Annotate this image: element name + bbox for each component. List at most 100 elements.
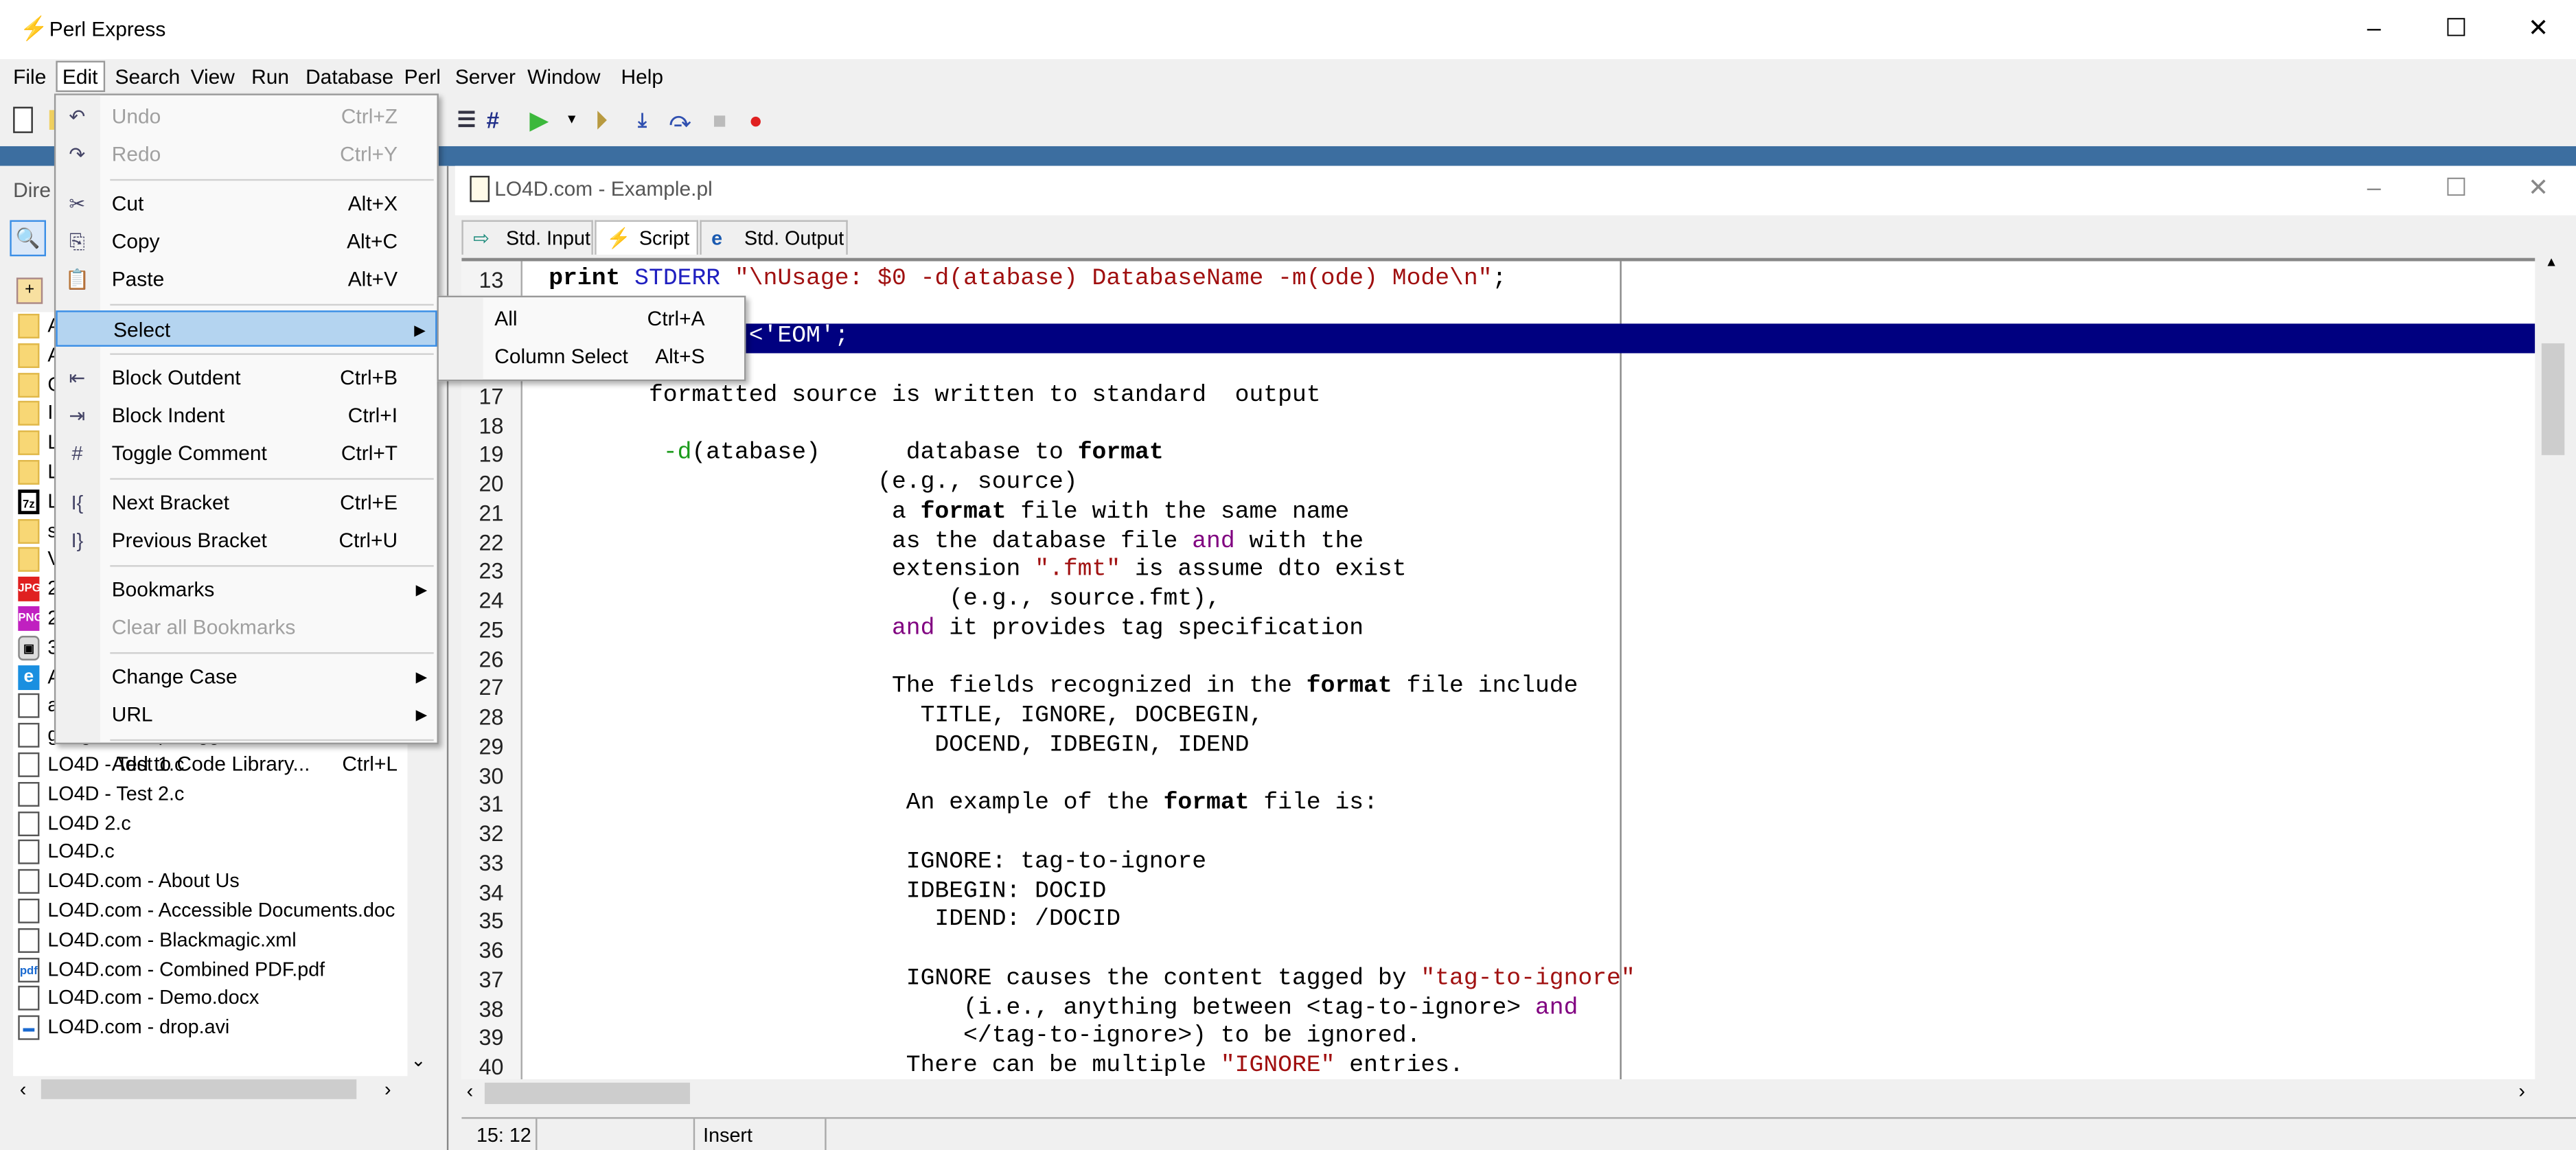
- stop-icon[interactable]: ■: [706, 107, 733, 133]
- menu-item-copy[interactable]: ⎘CopyAlt+C: [56, 223, 437, 260]
- menu-item-select[interactable]: Select▶: [56, 310, 437, 347]
- scroll-thumb[interactable]: [41, 1079, 356, 1099]
- code-line[interactable]: 26: [461, 645, 2535, 674]
- menu-item-url[interactable]: URL▶: [56, 697, 437, 733]
- menu-item-column-select[interactable]: Column SelectAlt+S: [439, 338, 744, 375]
- file-list-hscrollbar[interactable]: ‹ ›: [13, 1076, 407, 1102]
- step-into-icon[interactable]: ⤓: [629, 107, 655, 133]
- code-line[interactable]: 36: [461, 936, 2535, 965]
- menu-item-paste[interactable]: 📋PasteAlt+V: [56, 261, 437, 297]
- menu-item-toggle-comment[interactable]: #Toggle CommentCtrl+T: [56, 435, 437, 472]
- menu-item-shortcut: Ctrl+E: [340, 485, 398, 521]
- code-line[interactable]: 35 IDEND: /DOCID: [461, 908, 2535, 936]
- code-line[interactable]: 25 and it provides tag specification: [461, 616, 2535, 645]
- vscroll-thumb[interactable]: [2542, 343, 2565, 455]
- menu-help[interactable]: Help: [621, 66, 664, 89]
- code-line[interactable]: 38 (i.e., anything between <tag-to-ignor…: [461, 995, 2535, 1024]
- menu-view[interactable]: View: [191, 66, 235, 89]
- step-icon[interactable]: ⏵: [588, 107, 614, 133]
- menu-item-add-to-code-library[interactable]: Add to Code Library...Ctrl+L: [56, 746, 437, 782]
- code-line[interactable]: 28 TITLE, IGNORE, DOCBEGIN,: [461, 703, 2535, 732]
- code-line[interactable]: 21 a format file with the same name: [461, 499, 2535, 528]
- hscroll-thumb[interactable]: [485, 1083, 690, 1104]
- menu-edit[interactable]: Edit: [56, 61, 104, 92]
- code-line[interactable]: 31 An example of the format file is:: [461, 791, 2535, 820]
- menu-server[interactable]: Server: [455, 66, 516, 89]
- scroll-left-icon[interactable]: ‹: [20, 1078, 27, 1101]
- code-line[interactable]: 33 IGNORE: tag-to-ignore: [461, 849, 2535, 878]
- hscroll-right-icon[interactable]: ›: [2518, 1079, 2525, 1103]
- code-line[interactable]: 22 as the database file and with the: [461, 529, 2535, 557]
- toggle-comment-icon[interactable]: #: [480, 107, 506, 133]
- menu-item-change-case[interactable]: Change Case▶: [56, 659, 437, 695]
- code-line[interactable]: 20 (e.g., source): [461, 470, 2535, 499]
- menu-database[interactable]: Database: [306, 66, 393, 89]
- menu-item-block-indent[interactable]: ⇥Block IndentCtrl+I: [56, 398, 437, 434]
- maximize-button[interactable]: ☐: [2431, 13, 2481, 46]
- menu-item-previous-bracket[interactable]: I}Previous BracketCtrl+U: [56, 522, 437, 559]
- code-line[interactable]: 32: [461, 820, 2535, 849]
- code-line[interactable]: 34 IDBEGIN: DOCID: [461, 878, 2535, 907]
- tab-std-input[interactable]: ⇨ Std. Input: [461, 220, 593, 255]
- menu-item-cut[interactable]: ✂CutAlt+X: [56, 185, 437, 222]
- menu-perl[interactable]: Perl: [404, 66, 441, 89]
- tab-script[interactable]: ⚡ Script: [595, 220, 698, 255]
- close-button[interactable]: ✕: [2514, 13, 2563, 46]
- file-list-item[interactable]: LO4D - Test 2.c: [13, 780, 407, 809]
- editor-close-button[interactable]: ✕: [2514, 172, 2563, 205]
- tab-std-output[interactable]: e Std. Output: [700, 220, 847, 255]
- editor-minimize-button[interactable]: –: [2349, 172, 2399, 205]
- file-list-item[interactable]: ▬LO4D.com - drop.avi: [13, 1014, 407, 1044]
- step-over-icon[interactable]: ⤼: [667, 107, 693, 133]
- file-list-item[interactable]: LO4D 2.c: [13, 809, 407, 839]
- code-line[interactable]: 23 extension ".fmt" is assume dto exist: [461, 557, 2535, 586]
- run-icon[interactable]: ▶: [526, 107, 552, 133]
- menu-item-bookmarks[interactable]: Bookmarks▶: [56, 572, 437, 608]
- code-line[interactable]: 18: [461, 412, 2535, 441]
- file-list-item[interactable]: LO4D.c: [13, 838, 407, 868]
- scroll-up-icon[interactable]: ▲: [2545, 255, 2558, 270]
- minimize-button[interactable]: –: [2349, 13, 2399, 46]
- code-line[interactable]: 24 (e.g., source.fmt),: [461, 587, 2535, 616]
- new-file-icon[interactable]: [13, 107, 33, 133]
- menu-item-block-outdent[interactable]: ⇤Block OutdentCtrl+B: [56, 360, 437, 396]
- toggle-breakpoint-icon[interactable]: ●: [743, 107, 769, 133]
- code-line[interactable]: 16: [461, 354, 2535, 382]
- editor-vscrollbar[interactable]: ▲: [2538, 258, 2568, 1077]
- code-line[interactable]: 40 There can be multiple "IGNORE" entrie…: [461, 1053, 2535, 1079]
- menu-item-all[interactable]: AllCtrl+A: [439, 301, 744, 337]
- code-line[interactable]: 13print STDERR "\nUsage: $0 -d(atabase) …: [461, 266, 2535, 295]
- menu-item-redo[interactable]: ↷RedoCtrl+Y: [56, 137, 437, 173]
- code-line[interactable]: 39 </tag-to-ignore>) to be ignored.: [461, 1024, 2535, 1053]
- editor-hscrollbar[interactable]: ‹ ›: [461, 1079, 2535, 1107]
- code-line[interactable]: 27 The fields recognized in the format f…: [461, 674, 2535, 703]
- menu-item-clear-all-bookmarks[interactable]: Clear all Bookmarks: [56, 610, 437, 646]
- selected-code-line[interactable]: 15 <'EOM';: [461, 325, 2535, 354]
- scroll-right-icon[interactable]: ›: [384, 1078, 391, 1101]
- menu-item-undo[interactable]: ↶UndoCtrl+Z: [56, 99, 437, 135]
- file-list-item[interactable]: pdfLO4D.com - Combined PDF.pdf: [13, 956, 407, 985]
- menu-item-next-bracket[interactable]: I{Next BracketCtrl+E: [56, 485, 437, 521]
- code-line[interactable]: 29 DOCEND, IDBEGIN, IDEND: [461, 733, 2535, 761]
- code-line[interactable]: 17 formatted source is written to standa…: [461, 382, 2535, 411]
- menu-run[interactable]: Run: [251, 66, 289, 89]
- editor-maximize-button[interactable]: ☐: [2431, 172, 2481, 205]
- code-line[interactable]: 30: [461, 761, 2535, 790]
- code-line[interactable]: 14: [461, 295, 2535, 324]
- menu-file[interactable]: File: [13, 66, 46, 89]
- file-list-item[interactable]: LO4D.com - About Us: [13, 868, 407, 897]
- hscroll-left-icon[interactable]: ‹: [467, 1079, 474, 1103]
- block-outdent-icon[interactable]: ☰: [453, 107, 479, 133]
- scroll-down-icon[interactable]: ⌄: [411, 1050, 426, 1071]
- new-folder-icon[interactable]: +: [16, 277, 43, 303]
- file-list-item[interactable]: LO4D.com - Blackmagic.xml: [13, 926, 407, 956]
- find-files-icon[interactable]: 🔍: [10, 220, 46, 257]
- code-editor[interactable]: 13print STDERR "\nUsage: $0 -d(atabase) …: [461, 258, 2535, 1079]
- code-line[interactable]: 19 -d(atabase) database to format: [461, 441, 2535, 470]
- menu-search[interactable]: Search: [115, 66, 181, 89]
- menu-window[interactable]: Window: [527, 66, 600, 89]
- file-list-item[interactable]: LO4D.com - Accessible Documents.doc: [13, 897, 407, 927]
- run-dropdown-icon[interactable]: ▼: [559, 107, 585, 133]
- file-list-item[interactable]: LO4D.com - Demo.docx: [13, 985, 407, 1014]
- code-line[interactable]: 37 IGNORE causes the content tagged by "…: [461, 965, 2535, 994]
